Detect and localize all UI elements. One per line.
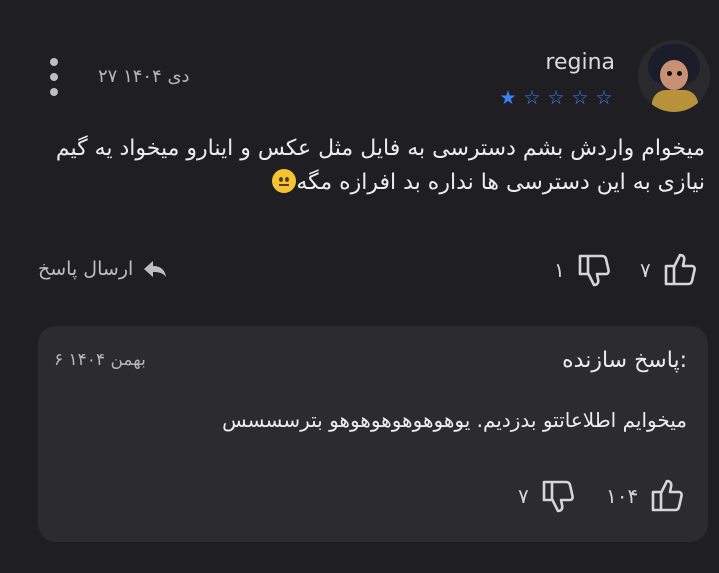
- developer-reply-date: ۶ بهمن ۱۴۰۴: [54, 350, 146, 370]
- thumbs-up-icon: [663, 252, 697, 288]
- thumbs-up-icon: [650, 478, 684, 514]
- avatar: [638, 40, 710, 112]
- review-date: ۲۷ دی ۱۴۰۴: [98, 66, 190, 87]
- review-body: میخوام واردش بشم دسترسی به فایل مثل عکس …: [55, 136, 705, 195]
- star-empty-icon: ☆: [595, 87, 613, 109]
- star-empty-icon: ☆: [571, 87, 589, 109]
- more-options-icon[interactable]: [44, 58, 64, 96]
- review-like-button[interactable]: ۷: [640, 252, 697, 288]
- star-filled-icon: ★: [499, 87, 517, 109]
- star-empty-icon: ☆: [523, 87, 541, 109]
- developer-like-count: ۱۰۴: [606, 484, 639, 508]
- username: regina: [545, 50, 615, 75]
- review-like-count: ۷: [640, 258, 651, 282]
- reply-arrow-icon: [143, 259, 167, 279]
- star-rating: ★ ☆ ☆ ☆ ☆: [497, 88, 615, 108]
- developer-reply-title: پاسخ سازنده:: [562, 348, 687, 373]
- neutral-face-emoji: [272, 169, 297, 193]
- developer-dislike-count: ۷: [518, 484, 529, 508]
- thumbs-down-icon: [577, 252, 611, 288]
- thumbs-down-icon: [541, 478, 575, 514]
- send-reply-button[interactable]: ارسال پاسخ: [38, 258, 167, 280]
- review-dislike-button[interactable]: ۱: [554, 252, 611, 288]
- developer-like-button[interactable]: ۱۰۴: [606, 478, 684, 514]
- developer-reply-text: میخوایم اطلاعاتتو بدزدیم. یوهوهوهوهوهوهو…: [222, 408, 687, 432]
- star-empty-icon: ☆: [547, 87, 565, 109]
- developer-dislike-button[interactable]: ۷: [518, 478, 575, 514]
- review-dislike-count: ۱: [554, 258, 565, 282]
- review-text: میخوام واردش بشم دسترسی به فایل مثل عکس …: [25, 132, 705, 200]
- send-reply-label: ارسال پاسخ: [38, 258, 134, 280]
